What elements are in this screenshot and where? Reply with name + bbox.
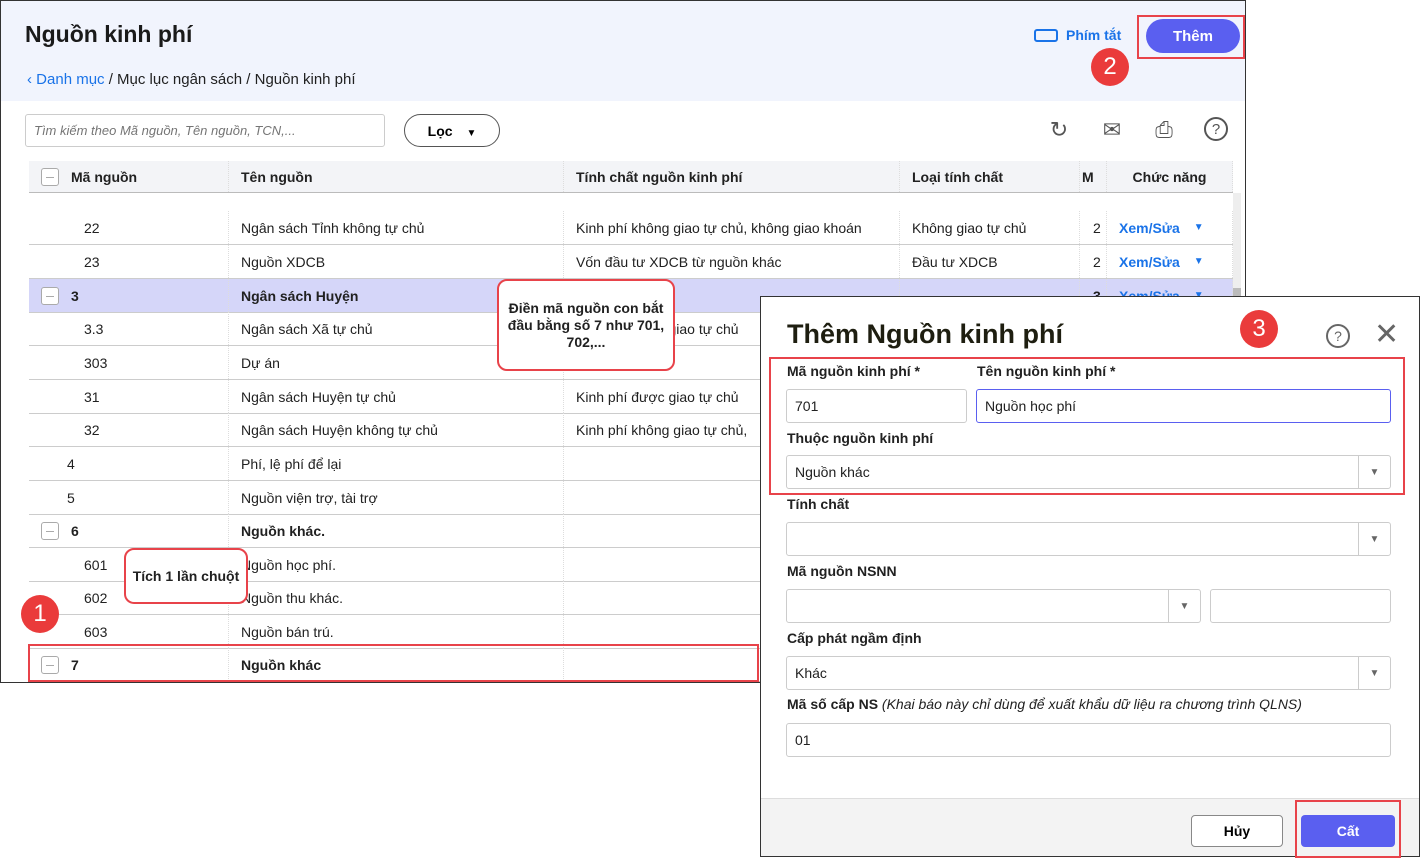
chevron-down-icon[interactable]: ▼: [1194, 222, 1204, 233]
cell-m: 2: [1080, 211, 1107, 244]
step-1-badge: 1: [21, 595, 59, 633]
nsnn-name-input[interactable]: [1210, 589, 1391, 623]
table-row[interactable]: 23 Nguồn XDCB Vốn đầu tư XDCB từ nguồn khá…: [29, 245, 1233, 279]
print-icon[interactable]: ⎙: [1151, 117, 1177, 143]
page-title: Nguồn kinh phí: [25, 21, 193, 47]
column-header[interactable]: Tên nguồn: [229, 161, 564, 192]
level-note: (Khai báo này chỉ dùng để xuất khẩu dữ l…: [881, 696, 1302, 712]
nature-label: Tính chất: [787, 496, 850, 512]
cell-name: Nguồn viện trợ, tài trợ: [229, 481, 564, 514]
cell-name: Nguồn khác.: [229, 514, 564, 547]
cell-code: 3.3: [29, 312, 229, 345]
step-3-badge: 3: [1240, 310, 1278, 348]
cell-code: 23: [29, 245, 229, 278]
cancel-button[interactable]: Hủy: [1191, 815, 1283, 847]
collapse-toggle[interactable]: [41, 521, 59, 540]
cell-name: Nguồn thu khác.: [229, 581, 564, 614]
code-label: Mã nguồn kinh phí *: [787, 363, 920, 379]
breadcrumb-path: / Mục lục ngân sách / Nguồn kinh phí: [104, 71, 356, 88]
column-header[interactable]: Loại tính chất: [900, 161, 1080, 192]
breadcrumb-danh-muc[interactable]: ‹ Danh mục: [27, 71, 105, 88]
cell-name: Nguồn học phí.: [229, 548, 564, 581]
column-header[interactable]: Chức năng: [1107, 161, 1233, 192]
parent-label: Thuộc nguồn kinh phí: [787, 430, 934, 446]
tooltip-click-once: Tích 1 lần chuột: [124, 548, 248, 604]
cell-nature: Vốn đầu tư XDCB từ nguồn khác: [564, 245, 900, 278]
cell-code: 3: [29, 279, 229, 312]
chevron-down-icon[interactable]: ▼: [1194, 256, 1204, 267]
chevron-down-icon: ▼: [1358, 657, 1390, 689]
highlight-add: [1137, 15, 1245, 59]
parent-select[interactable]: Nguồn khác ▼: [786, 455, 1391, 489]
cell-code: 22: [29, 211, 229, 244]
collapse-toggle[interactable]: [41, 286, 59, 305]
cell-code: 31: [29, 380, 229, 413]
refresh-icon[interactable]: ↻: [1046, 117, 1072, 143]
cell-code: 6: [29, 514, 229, 547]
cell-code: 5: [29, 481, 229, 514]
cell-name: Phí, lệ phí để lại: [229, 447, 564, 480]
cell-code: 303: [29, 346, 229, 379]
column-header[interactable]: M: [1080, 161, 1107, 192]
help-icon[interactable]: ?: [1326, 324, 1350, 348]
cell-type: Không giao tự chủ: [900, 211, 1080, 244]
column-header[interactable]: Mã nguồn: [29, 161, 229, 192]
shortcut-label: Phím tắt: [1066, 27, 1122, 43]
chevron-down-icon: ▼: [1358, 456, 1390, 488]
table-header: Mã nguồn Tên nguồn Tính chất nguồn kinh ph…: [29, 161, 1233, 193]
level-label: Mã số cấp NS (Khai báo này chỉ dùng để x…: [787, 696, 1302, 712]
code-input[interactable]: 701: [786, 389, 967, 423]
cell-nature: Kinh phí không giao tự chủ, không giao k…: [564, 211, 900, 244]
alloc-select[interactable]: Khác ▼: [786, 656, 1391, 690]
level-input[interactable]: 01: [786, 723, 1391, 757]
filter-button[interactable]: Lọc ▼: [404, 114, 500, 147]
nsnn-select[interactable]: ▼: [786, 589, 1201, 623]
highlight-row-7: [28, 644, 759, 682]
tooltip-enter-code: Điền mã nguồn con bắt đầu bằng số 7 như …: [497, 279, 675, 371]
highlight-save: [1295, 800, 1401, 858]
cell-action[interactable]: Xem/Sửa▼: [1107, 245, 1233, 278]
keyboard-icon: [1034, 28, 1058, 42]
search-input[interactable]: [25, 114, 385, 147]
email-icon[interactable]: ✉: [1099, 117, 1125, 143]
table-row[interactable]: 22 Ngân sách Tỉnh không tự chủ Kinh phí kh…: [29, 211, 1233, 245]
step-2-badge: 2: [1091, 48, 1129, 86]
column-header[interactable]: Tính chất nguồn kinh phí: [564, 161, 900, 192]
page-header: Nguồn kinh phí ‹ Danh mục / Mục lục ngân…: [1, 1, 1245, 101]
cell-m: 2: [1080, 245, 1107, 278]
cell-name: Nguồn XDCB: [229, 245, 564, 278]
name-input[interactable]: Nguồn học phí: [976, 389, 1391, 423]
chevron-down-icon: ▼: [1168, 590, 1200, 622]
collapse-all-checkbox[interactable]: [41, 167, 59, 186]
close-icon[interactable]: ✕: [1374, 317, 1399, 352]
help-icon[interactable]: ?: [1204, 117, 1228, 141]
nature-select[interactable]: ▼: [786, 522, 1391, 556]
cell-code: 32: [29, 413, 229, 446]
add-source-dialog: Thêm Nguồn kinh phí 3 ? ✕ Mã nguồn kinh …: [760, 296, 1420, 858]
name-label: Tên nguồn kinh phí *: [977, 363, 1116, 379]
breadcrumb: ‹ Danh mục / Mục lục ngân sách / Nguồn k…: [27, 71, 356, 88]
cell-code: 4: [29, 447, 229, 480]
dialog-title: Thêm Nguồn kinh phí: [787, 319, 1063, 349]
nsnn-label: Mã nguồn NSNN: [787, 563, 897, 579]
cell-name: Ngân sách Huyện tự chủ: [229, 380, 564, 413]
cell-action[interactable]: Xem/Sửa▼: [1107, 211, 1233, 244]
cell-name: Ngân sách Tỉnh không tự chủ: [229, 211, 564, 244]
cell-name: Ngân sách Huyện không tự chủ: [229, 413, 564, 446]
chevron-down-icon: ▼: [1358, 523, 1390, 555]
shortcut-button[interactable]: Phím tắt: [1034, 27, 1121, 43]
cell-type: Đầu tư XDCB: [900, 245, 1080, 278]
alloc-label: Cấp phát ngầm định: [787, 630, 922, 646]
